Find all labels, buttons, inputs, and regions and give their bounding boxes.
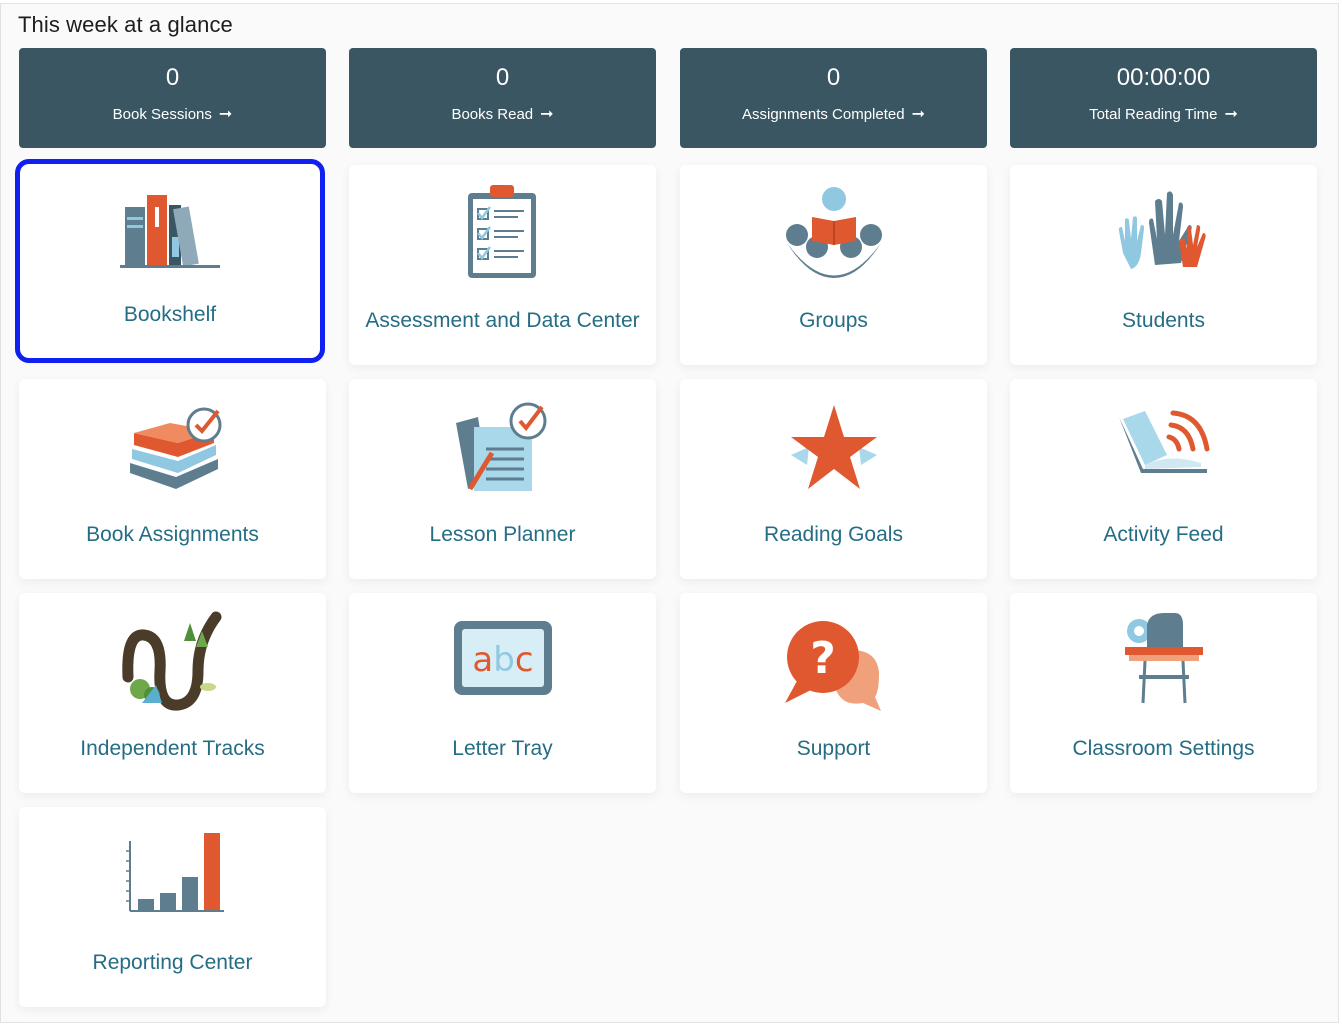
tile-lesson-planner[interactable]: Lesson Planner [349,379,656,579]
stat-book-sessions[interactable]: 0 Book Sessions ➞ [19,48,326,148]
bookshelf-icon [120,195,220,268]
arrow-right-icon: ➞ [1224,106,1238,123]
svg-text:abc: abc [472,640,533,680]
tile-label: Students [1122,309,1205,332]
arrow-right-icon: ➞ [540,106,554,123]
tile-label: Bookshelf [123,303,217,326]
abc-board-icon: abc [453,621,552,695]
stat-label: Book Sessions [112,106,212,123]
tile-label: Classroom Settings [1072,737,1255,760]
arrow-right-icon: ➞ [218,106,233,123]
tile-label: Letter Tray [452,737,553,760]
tile-letter-tray[interactable]: abc Letter Tray [349,593,656,793]
stat-label: Books Read [451,106,534,123]
stat-value: 0 [495,64,510,91]
stat-value: 0 [165,64,180,91]
star-icon [790,405,877,489]
winding-track-icon [121,611,221,711]
bar-chart-icon [125,833,224,912]
desk-gear-icon [1124,613,1203,704]
stat-label: Total Reading Time [1089,106,1218,123]
tile-bookshelf[interactable]: Bookshelf [15,159,325,363]
tile-label: Reporting Center [92,951,253,974]
stat-books-read[interactable]: 0 Books Read ➞ [349,48,656,148]
arrow-right-icon: ➞ [911,106,925,123]
tile-assessment-data-center[interactable]: Assessment and Data Center [349,165,656,365]
tile-students[interactable]: Students [1010,165,1317,365]
tile-support[interactable]: ? Support [680,593,987,793]
stat-value: 0 [826,64,841,91]
open-book-broadcast-icon [1118,410,1209,473]
tile-activity-feed[interactable]: Activity Feed [1010,379,1317,579]
svg-text:?: ? [810,633,836,684]
tile-reporting-center[interactable]: Reporting Center [19,807,326,1007]
stat-total-reading-time[interactable]: 00:00:00 Total Reading Time ➞ [1010,48,1317,148]
page-title: This week at a glance [18,12,233,37]
tile-label: Support [796,737,871,760]
clipboard-checklist-icon [467,185,536,278]
tile-classroom-settings[interactable]: Classroom Settings [1010,593,1317,793]
tile-reading-goals[interactable]: Reading Goals [680,379,987,579]
tile-label: Activity Feed [1103,523,1224,546]
tile-label: Lesson Planner [429,523,576,546]
tile-groups[interactable]: Groups [680,165,987,365]
lesson-plan-check-icon [455,402,546,491]
tile-label: Assessment and Data Center [365,309,640,332]
stat-label: Assignments Completed [742,106,905,123]
stat-assignments-completed[interactable]: 0 Assignments Completed ➞ [680,48,987,148]
question-chat-icon: ? [784,621,881,711]
tile-label: Groups [799,309,868,332]
tile-label: Reading Goals [764,523,903,546]
raised-hands-icon [1118,191,1206,269]
tile-book-assignments[interactable]: Book Assignments [19,379,326,579]
stat-value: 00:00:00 [1116,64,1211,91]
tile-label: Book Assignments [86,523,259,546]
book-stack-check-icon [129,407,221,489]
tile-label: Independent Tracks [80,737,265,760]
tile-independent-tracks[interactable]: Independent Tracks [19,593,326,793]
reading-group-icon [785,187,882,278]
